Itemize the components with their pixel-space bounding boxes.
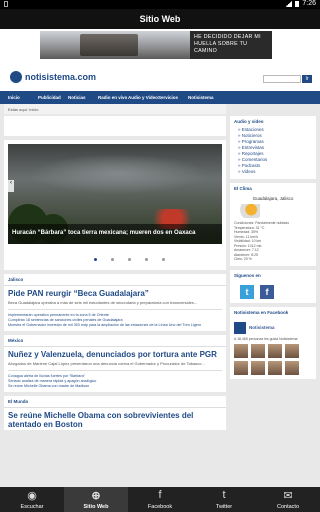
signal-icon: [285, 0, 293, 7]
excerpt: Abogados de Marlene Cajal López presenta…: [8, 361, 205, 366]
avatar[interactable]: [285, 343, 299, 358]
slider-dot[interactable]: [162, 258, 165, 261]
twitter-icon: t: [222, 489, 226, 501]
slider-dots: [94, 258, 165, 261]
page-avatar[interactable]: [234, 321, 246, 334]
facebook-icon[interactable]: f: [260, 284, 274, 299]
slider-dot[interactable]: [128, 258, 131, 261]
weather-line: Cielo: 20 %: [234, 257, 252, 261]
fan-faces: [234, 343, 312, 375]
headline[interactable]: Nuñez y Valenzuela, denunciados por tort…: [4, 347, 226, 360]
excerpt: Beca Guadalajara operaba a más de seis m…: [8, 300, 198, 305]
facebook-box: Notisistema en Facebook Notisistema A 18…: [230, 306, 316, 379]
section-label[interactable]: El Mundo: [4, 396, 226, 408]
ad-text: HE DECIDIDO DEJAR MI HUELLA SOBRE TU CAM…: [190, 31, 272, 59]
sidebar-title: Audio y video: [234, 119, 264, 124]
ad-banner[interactable]: HE DECIDIDO DEJAR MI HUELLA SOBRE TU CAM…: [40, 31, 272, 59]
ad-photo: [40, 31, 190, 59]
nav-servicios[interactable]: Servicios: [158, 95, 188, 100]
breadcrumb-home[interactable]: Inicio: [29, 107, 38, 112]
nav-radio[interactable]: Radio en vivo: [98, 95, 128, 100]
fb-likes: A 18,465 personas les gusta Notisistema: [234, 336, 298, 341]
sidebar-title: Síguenos en: [234, 272, 261, 278]
tab-facebook[interactable]: f Facebook: [128, 487, 192, 512]
slider-dot[interactable]: [94, 258, 97, 261]
globe-icon: ⊕: [91, 489, 101, 502]
section-mexico: México Nuñez y Valenzuela, denunciados p…: [4, 335, 226, 392]
avatar[interactable]: [268, 360, 282, 375]
slider-dot[interactable]: [111, 258, 114, 261]
follow-box: Síguenos en t f: [230, 269, 316, 303]
avatar[interactable]: [234, 343, 248, 358]
section-jalisco: Jalisco Pide PAN reurgir “Beca Guadalaja…: [4, 274, 226, 331]
avatar[interactable]: [234, 360, 248, 375]
sidebar: Audio y video » Estaciones » Noticieros …: [230, 116, 316, 383]
notification-icon: [4, 1, 8, 7]
nav-noticias[interactable]: Noticias: [68, 95, 98, 100]
clock: 7:26: [302, 0, 316, 7]
section-label[interactable]: Jalisco: [4, 274, 226, 286]
site-search: Ir: [263, 75, 312, 83]
avatar[interactable]: [251, 360, 265, 375]
audio-video-box: Audio y video » Estaciones » Noticieros …: [230, 116, 316, 179]
section-label[interactable]: México: [4, 335, 226, 347]
avatar[interactable]: [251, 343, 265, 358]
tab-contacto[interactable]: ✉ Contacto: [256, 487, 320, 512]
search-input[interactable]: [263, 75, 301, 83]
tab-twitter[interactable]: t Twitter: [192, 487, 256, 512]
status-bar: 7:26: [0, 0, 320, 9]
avatar[interactable]: [268, 343, 282, 358]
news-slider[interactable]: ‹ Huracán “Bárbara” toca tierra mexicana…: [4, 140, 226, 270]
nav-notisistema[interactable]: Notisistema: [188, 95, 218, 100]
sidebar-title: Notisistema en Facebook: [234, 309, 289, 315]
site-header: notisistema.com Ir: [0, 61, 320, 91]
nav-audio-video[interactable]: Audio y Video: [128, 95, 158, 100]
battery-icon: [295, 0, 300, 7]
app-title: Sitio Web: [0, 9, 320, 29]
facebook-icon: f: [158, 489, 162, 501]
banner-area: HE DECIDIDO DEJAR MI HUELLA SOBRE TU CAM…: [0, 29, 320, 61]
empty-box: [4, 116, 226, 136]
slider-dot[interactable]: [145, 258, 148, 261]
logo-icon: [10, 71, 22, 83]
nav-publicidad[interactable]: Publicidad: [38, 95, 68, 100]
webview[interactable]: HE DECIDIDO DEJAR MI HUELLA SOBRE TU CAM…: [0, 29, 320, 487]
search-button[interactable]: Ir: [302, 75, 312, 83]
related-link[interactable]: Muestra el Gobernador inversión de mil 3…: [4, 323, 226, 331]
weather-box: El Clima Guadalajara, Jalisco Condicione…: [230, 183, 316, 266]
related-link[interactable]: Se reúne Michelle Obama con madre de Mad…: [4, 384, 226, 392]
headline[interactable]: Se reúne Michelle Obama con sobrevivient…: [4, 408, 226, 430]
slider-prev-button[interactable]: ‹: [8, 180, 14, 192]
headline[interactable]: Pide PAN reurgir “Beca Guadalajara”: [4, 286, 226, 299]
site-nav: Inicio Publicidad Noticias Radio en vivo…: [0, 91, 320, 104]
partly-cloudy-icon: [238, 204, 260, 218]
section-mundo: El Mundo Se reúne Michelle Obama con sob…: [4, 396, 226, 430]
radio-icon: ◉: [27, 489, 37, 502]
site-logo[interactable]: notisistema.com: [10, 71, 96, 83]
main-column: ‹ Huracán “Bárbara” toca tierra mexicana…: [4, 116, 226, 434]
weather-city: Guadalajara, Jalisco: [252, 196, 294, 201]
twitter-icon[interactable]: t: [240, 284, 254, 299]
breadcrumb: Estás aquí: Inicio: [4, 104, 226, 114]
page-content: Estás aquí: Inicio ‹ Huracán “Bárbara” t…: [4, 104, 316, 430]
sidebar-link[interactable]: » Videos: [238, 169, 308, 175]
mail-icon: ✉: [283, 489, 293, 502]
fb-page-name[interactable]: Notisistema: [249, 325, 275, 330]
bottom-tab-bar: ◉ Escuchar ⊕ Sitio Web f Facebook t Twit…: [0, 487, 320, 512]
avatar[interactable]: [285, 360, 299, 375]
nav-inicio[interactable]: Inicio: [8, 95, 38, 100]
sidebar-title: El Clima: [234, 186, 252, 191]
tab-sitio-web[interactable]: ⊕ Sitio Web: [64, 487, 128, 512]
tab-escuchar[interactable]: ◉ Escuchar: [0, 487, 64, 512]
slide-caption[interactable]: Huracán “Bárbara” toca tierra mexicana; …: [8, 224, 222, 244]
